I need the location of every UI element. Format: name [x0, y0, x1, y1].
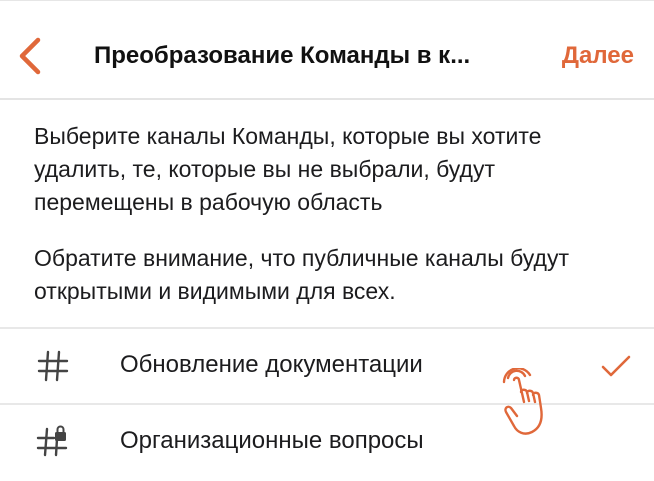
hash-lock-icon — [36, 425, 68, 457]
channel-name: Организационные вопросы — [120, 427, 424, 454]
page-title: Преобразование Команды в к... — [94, 42, 471, 69]
channel-name: Обновление документации — [120, 351, 423, 378]
hash-icon — [37, 350, 69, 382]
description-paragraph-1: Выберите каналы Команды, которые вы хоти… — [34, 123, 542, 215]
description-paragraph-2: Обратите внимание, что публичные каналы … — [34, 245, 569, 304]
navigation-bar: Преобразование Команды в к... Далее — [0, 0, 654, 100]
chevron-left-icon[interactable] — [14, 36, 48, 76]
checkmark-icon — [601, 355, 631, 377]
channel-row-documentation-updates[interactable]: Обновление документации — [0, 329, 654, 403]
channel-row-organizational-questions[interactable]: Организационные вопросы — [0, 405, 654, 479]
next-button[interactable]: Далее — [562, 42, 634, 70]
